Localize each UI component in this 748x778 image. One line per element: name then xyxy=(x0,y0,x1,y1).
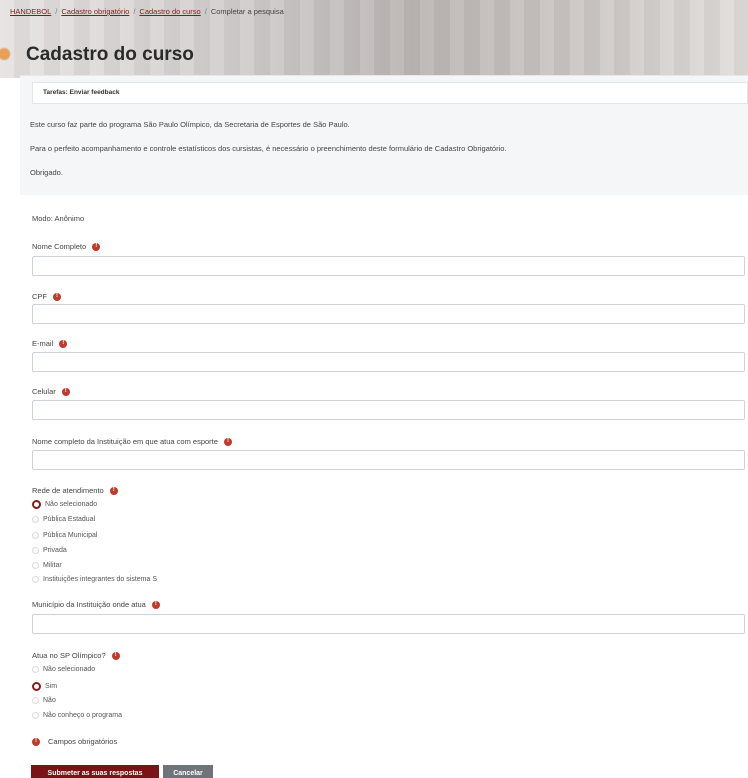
sp-option-sim[interactable]: Sim xyxy=(32,682,57,691)
breadcrumb-separator: / xyxy=(55,7,58,16)
activity-icon xyxy=(0,44,14,64)
instituicao-input[interactable] xyxy=(32,450,745,470)
rede-option-nao-selecionado[interactable]: Não selecionado xyxy=(32,500,97,509)
municipio-label-text: Município da Instituição onde atua xyxy=(32,600,146,609)
nome-label: Nome Completo xyxy=(32,242,101,251)
page-title: Cadastro do curso xyxy=(26,44,194,65)
required-icon xyxy=(53,292,61,301)
submit-button[interactable]: Submeter as suas respostas xyxy=(31,765,159,778)
intro-text-2: Para o perfeito acompanhamento e control… xyxy=(30,144,507,153)
celular-input[interactable] xyxy=(32,400,745,420)
radio-icon[interactable] xyxy=(32,516,39,523)
cancel-button[interactable]: Cancelar xyxy=(163,765,213,778)
breadcrumb-link-cadastro-obrigatorio[interactable]: Cadastro obrigatório xyxy=(61,7,129,16)
radio-label: Pública Municipal xyxy=(43,532,98,539)
radio-label: Sim xyxy=(45,683,58,690)
breadcrumb-link-handebol[interactable]: HANDEBOL xyxy=(10,7,51,16)
radio-label: Não conheço o programa xyxy=(43,712,122,719)
cpf-label-text: CPF xyxy=(32,292,47,301)
municipio-label: Município da Instituição onde atua xyxy=(32,600,160,609)
breadcrumb-separator: / xyxy=(133,7,136,16)
celular-label-text: Celular xyxy=(32,387,56,396)
intro-text-3: Obrigado. xyxy=(30,168,63,177)
radio-label: Não xyxy=(43,697,56,704)
radio-label: Não selecionado xyxy=(43,666,96,673)
task-label: Tarefas: Enviar feedback xyxy=(43,89,120,96)
nome-input[interactable] xyxy=(32,256,745,276)
celular-label: Celular xyxy=(32,387,70,396)
rede-option-sistema-s[interactable]: Instituições integrantes do sistema S xyxy=(32,576,157,583)
breadcrumb-separator: / xyxy=(204,7,207,16)
radio-label: Militar xyxy=(43,562,62,569)
radio-icon[interactable] xyxy=(32,712,39,719)
email-label-text: E-mail xyxy=(32,339,54,348)
required-icon xyxy=(92,242,101,251)
mode-label: Modo: Anônimo xyxy=(32,214,85,223)
radio-icon[interactable] xyxy=(32,562,39,569)
nome-label-text: Nome Completo xyxy=(32,242,87,251)
radio-label: Pública Estadual xyxy=(43,516,96,523)
rede-option-publica-estadual[interactable]: Pública Estadual xyxy=(32,516,95,523)
radio-icon[interactable] xyxy=(32,666,39,673)
email-label: E-mail xyxy=(32,339,68,348)
radio-label: Instituições integrantes do sistema S xyxy=(43,576,158,583)
task-box: Tarefas: Enviar feedback xyxy=(32,82,748,104)
required-icon xyxy=(32,737,40,746)
required-icon xyxy=(61,387,70,396)
sp-option-nao-conheco[interactable]: Não conheço o programa xyxy=(32,712,122,719)
radio-icon[interactable] xyxy=(32,532,39,539)
radio-icon[interactable] xyxy=(32,547,39,554)
rede-option-militar[interactable]: Militar xyxy=(32,562,62,569)
rede-option-publica-municipal[interactable]: Pública Municipal xyxy=(32,532,97,539)
required-icon xyxy=(109,486,118,495)
intro-card: Tarefas: Enviar feedback Este curso faz … xyxy=(20,75,748,195)
radio-label: Privada xyxy=(43,547,67,554)
rede-option-privada[interactable]: Privada xyxy=(32,547,67,554)
cpf-input[interactable] xyxy=(32,304,745,324)
required-legend-text: Campos obrigatórios xyxy=(48,737,118,746)
cpf-label: CPF xyxy=(32,292,61,301)
email-input[interactable] xyxy=(32,352,745,372)
rede-label: Rede de atendimento xyxy=(32,486,118,495)
sp-label: Atua no SP Olímpico? xyxy=(32,651,120,660)
rede-label-text: Rede de atendimento xyxy=(32,486,104,495)
sp-option-nao[interactable]: Não xyxy=(32,697,56,704)
required-legend: Campos obrigatórios xyxy=(32,737,117,746)
radio-label: Não selecionado xyxy=(45,501,98,508)
breadcrumb-link-cadastro-do-curso[interactable]: Cadastro do curso xyxy=(139,7,200,16)
radio-checked-icon[interactable] xyxy=(32,682,41,691)
sp-label-text: Atua no SP Olímpico? xyxy=(32,651,106,660)
radio-icon[interactable] xyxy=(32,576,39,583)
intro-text-1: Este curso faz parte do programa São Pau… xyxy=(30,120,350,129)
required-icon xyxy=(223,437,232,446)
breadcrumb: HANDEBOL / Cadastro obrigatório / Cadastro d… xyxy=(10,7,284,16)
municipio-input[interactable] xyxy=(32,614,745,634)
radio-checked-icon[interactable] xyxy=(32,500,41,509)
radio-icon[interactable] xyxy=(32,697,39,704)
required-icon xyxy=(59,339,68,348)
instituicao-label-text: Nome completo da Instituição em que atua… xyxy=(32,437,218,446)
required-icon xyxy=(151,600,160,609)
required-icon xyxy=(111,651,120,660)
instituicao-label: Nome completo da Instituição em que atua… xyxy=(32,437,232,446)
breadcrumb-current: Completar a pesquisa xyxy=(210,7,284,16)
sp-option-nao-selecionado[interactable]: Não selecionado xyxy=(32,666,95,673)
